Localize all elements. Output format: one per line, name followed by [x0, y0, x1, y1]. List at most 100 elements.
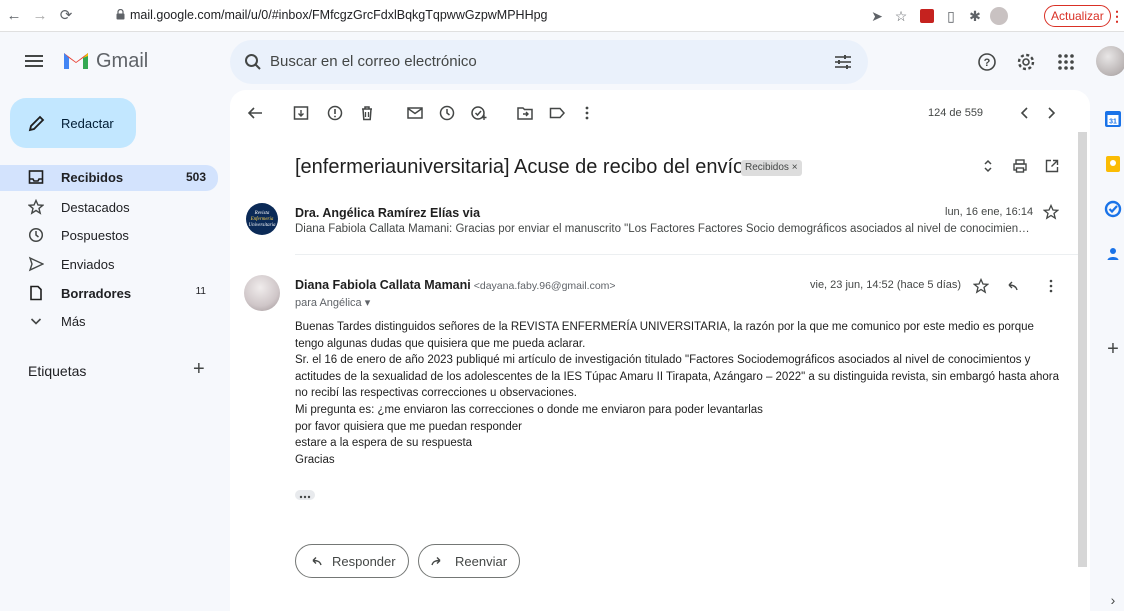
body-line: por favor quisiera que me puedan respond…	[295, 420, 522, 433]
bookmark-star-icon[interactable]: ☆	[892, 7, 910, 25]
show-trimmed-content-button[interactable]	[295, 490, 315, 500]
message-sender[interactable]: Dra. Angélica Ramírez Elías via	[295, 206, 480, 220]
gmail-wordmark: Gmail	[96, 50, 149, 72]
search-bar[interactable]: Buscar en el correo electrónico	[230, 40, 868, 84]
body-line: no recibí las respectivas correcciones u…	[295, 387, 577, 400]
sidebar-item-label: Borradores	[61, 286, 132, 301]
svg-text:?: ?	[984, 57, 991, 69]
help-icon[interactable]: ?	[977, 52, 997, 72]
add-label-icon[interactable]: +	[193, 358, 205, 381]
back-arrow-icon[interactable]: ←	[4, 6, 24, 26]
body-line: Gracias	[295, 453, 335, 466]
account-avatar[interactable]	[1096, 46, 1124, 76]
expand-side-panel-chevron-icon[interactable]: ›	[1104, 592, 1122, 610]
scrollbar-thumb[interactable]	[1078, 132, 1087, 567]
sidebar-item-label: Más	[61, 314, 86, 329]
expand-collapse-icon[interactable]	[980, 158, 996, 174]
search-options-icon[interactable]	[834, 53, 852, 71]
search-input[interactable]: Buscar en el correo electrónico	[270, 53, 477, 70]
back-to-inbox-icon[interactable]	[246, 104, 264, 122]
sender-email: <dayana.faby.96@gmail.com>	[473, 280, 616, 292]
get-addons-plus-icon[interactable]: +	[1104, 339, 1122, 359]
profile-avatar-icon[interactable]	[990, 7, 1008, 25]
settings-gear-icon[interactable]	[1016, 52, 1036, 72]
delete-trash-icon[interactable]	[358, 104, 376, 122]
body-line: Sr. el 16 de enero de año 2023 publiqué …	[295, 354, 1031, 367]
forward-arrow-icon[interactable]: →	[30, 6, 50, 26]
more-options-icon[interactable]	[578, 104, 596, 122]
body-line: actitudes de la sexualidad de los adoles…	[295, 370, 1059, 383]
archive-icon[interactable]	[292, 104, 310, 122]
update-button[interactable]: Actualizar	[1044, 5, 1111, 27]
sidebar-item-inbox[interactable]: Recibidos 503	[0, 165, 218, 191]
sidebar-item-more[interactable]: Más	[0, 309, 218, 333]
clock-icon	[28, 227, 44, 243]
message-body: Buenas Tardes distinguidos señores de la…	[295, 319, 1075, 468]
sidebar-item-snoozed[interactable]: Pospuestos	[0, 223, 218, 247]
star-icon[interactable]	[1043, 204, 1059, 220]
drafts-count: 11	[195, 286, 206, 297]
inbox-icon	[28, 170, 44, 184]
newer-chevron-left-icon[interactable]	[1016, 104, 1034, 122]
search-icon[interactable]	[244, 53, 262, 71]
body-line: Buenas Tardes distinguidos señores de la…	[295, 321, 1034, 333]
report-spam-icon[interactable]	[326, 104, 344, 122]
lock-icon[interactable]	[116, 9, 125, 20]
star-icon	[28, 199, 44, 215]
message-panel: 124 de 559 [enfermeriauniversitaria] Acu…	[230, 90, 1090, 611]
share-icon[interactable]: ➤	[868, 7, 886, 25]
hamburger-menu-icon[interactable]	[24, 51, 44, 71]
message-sender[interactable]: Diana Fabiola Callata Mamani <dayana.faby…	[295, 278, 616, 292]
draft-icon	[30, 285, 42, 301]
contacts-app-icon[interactable]	[1104, 245, 1122, 263]
avatar-text: Universitaria	[248, 223, 276, 228]
forward-label: Reenviar	[455, 554, 508, 569]
pagination-count: 124 de 559	[928, 107, 984, 119]
snooze-clock-icon[interactable]	[438, 104, 456, 122]
sidebar-item-drafts[interactable]: Borradores 11	[0, 281, 218, 305]
sidebar-item-label: Recibidos	[61, 170, 124, 185]
forward-button[interactable]: Reenviar	[418, 544, 520, 578]
sidebar-item-label: Enviados	[61, 257, 115, 272]
older-chevron-right-icon[interactable]	[1042, 104, 1060, 122]
open-new-window-icon[interactable]	[1044, 158, 1060, 174]
sender-name: Diana Fabiola Callata Mamani	[295, 278, 471, 292]
label-tag-icon[interactable]	[548, 104, 566, 122]
thread-subject: [enfermeriauniversitaria] Acuse de recib…	[295, 156, 745, 178]
kebab-menu-icon[interactable]: ⋮	[1108, 7, 1124, 25]
extension-page-icon[interactable]: ▯	[942, 7, 960, 25]
sidebar-item-label: Destacados	[61, 200, 130, 215]
extension-red-icon[interactable]	[918, 7, 936, 25]
add-task-icon[interactable]	[470, 104, 488, 122]
reply-icon[interactable]	[1003, 278, 1019, 294]
svg-text:31: 31	[1109, 119, 1117, 126]
ellipsis-icon	[299, 495, 311, 499]
print-icon[interactable]	[1012, 158, 1028, 174]
unread-count: 503	[185, 170, 206, 184]
send-icon	[28, 256, 44, 272]
reload-icon[interactable]: ⟳	[56, 6, 76, 26]
compose-button[interactable]: Redactar	[10, 98, 136, 148]
move-to-folder-icon[interactable]	[516, 104, 534, 122]
address-bar[interactable]: mail.google.com/mail/u/0/#inbox/FMfcgzGr…	[130, 8, 548, 22]
mark-unread-envelope-icon[interactable]	[406, 104, 424, 122]
message-snippet[interactable]: Diana Fabiola Callata Mamani: Gracias po…	[295, 223, 1030, 235]
star-icon[interactable]	[973, 278, 989, 294]
keep-app-icon[interactable]	[1104, 155, 1122, 173]
tasks-app-icon[interactable]	[1104, 200, 1122, 218]
calendar-app-icon[interactable]: 31	[1104, 110, 1122, 128]
inbox-label-chip[interactable]: Recibidos ×	[741, 160, 802, 176]
reply-button[interactable]: Responder	[295, 544, 409, 578]
body-line: Mi pregunta es: ¿me enviaron las correcc…	[295, 403, 763, 416]
extensions-puzzle-icon[interactable]: ✱	[966, 7, 984, 25]
more-options-icon[interactable]	[1043, 278, 1059, 294]
labels-heading: Etiquetas	[28, 363, 87, 379]
pencil-icon	[28, 115, 45, 132]
apps-grid-icon[interactable]	[1056, 52, 1076, 72]
sidebar-item-sent[interactable]: Enviados	[0, 252, 218, 276]
browser-toolbar: ← → ⟳ mail.google.com/mail/u/0/#inbox/FM…	[0, 0, 1124, 32]
recipient-details[interactable]: para Angélica ▾	[295, 296, 370, 309]
sidebar-item-starred[interactable]: Destacados	[0, 195, 218, 219]
sender-avatar-journal: Revista Enfermería Universitaria	[246, 203, 278, 235]
compose-label: Redactar	[61, 116, 114, 131]
